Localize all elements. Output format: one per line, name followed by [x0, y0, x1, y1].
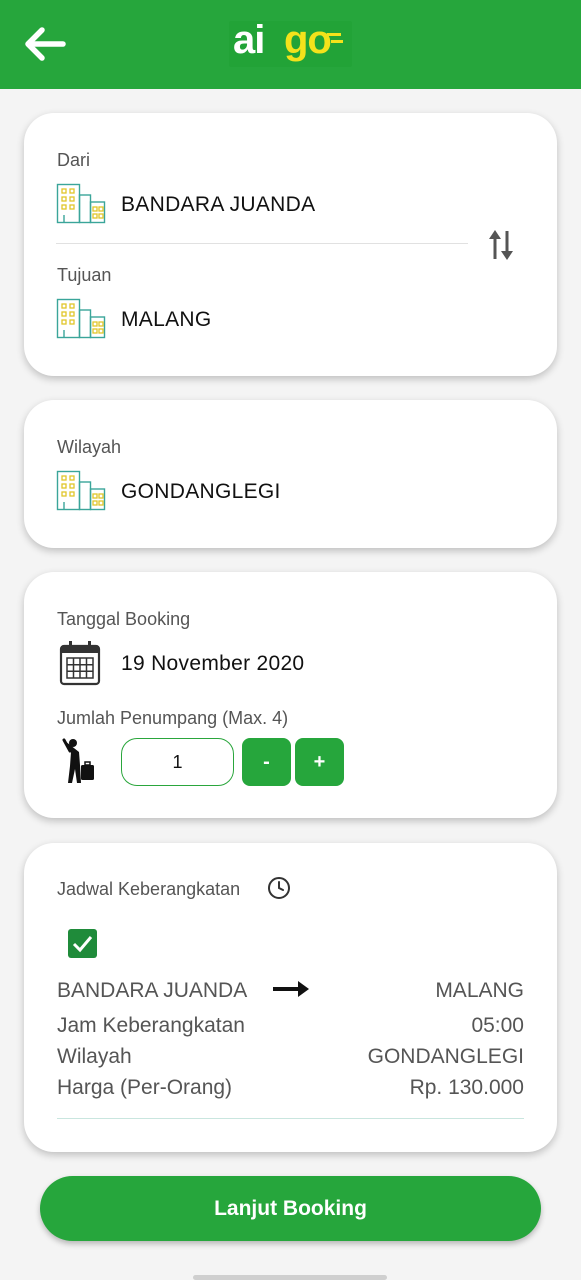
buildings-icon [56, 298, 106, 339]
arrow-left-icon[interactable] [22, 24, 68, 64]
traveler-icon [62, 738, 94, 783]
schedule-card: Jadwal Keberangkatan BANDARA JUANDA MALA… [24, 843, 557, 1152]
buildings-icon [56, 470, 106, 511]
arrow-right-icon [273, 981, 309, 997]
increment-button[interactable]: + [295, 738, 344, 786]
departure-time-value: 05:00 [471, 1014, 524, 1037]
date-value[interactable]: 19 November 2020 [121, 652, 304, 676]
passenger-label: Jumlah Penumpang (Max. 4) [57, 708, 289, 728]
schedule-divider [57, 1118, 524, 1119]
schedule-region-label: Wilayah [57, 1045, 132, 1068]
home-indicator [193, 1275, 387, 1280]
departure-time-label: Jam Keberangkatan [57, 1014, 245, 1037]
to-value[interactable]: MALANG [121, 308, 212, 332]
booking-card: Tanggal Booking 19 November 2020 Jumlah … [24, 572, 557, 818]
buildings-icon [56, 183, 106, 224]
price-label: Harga (Per-Orang) [57, 1076, 233, 1099]
decrement-button[interactable]: - [242, 738, 291, 786]
swap-vertical-icon[interactable] [488, 228, 514, 262]
checkmark-icon [72, 936, 93, 953]
logo-text-ai: ai [233, 18, 265, 62]
app-logo: ai go [229, 18, 352, 67]
price-value: Rp. 130.000 [409, 1076, 524, 1099]
calendar-icon[interactable] [59, 640, 101, 686]
schedule-region-value: GONDANGLEGI [367, 1045, 524, 1068]
schedule-checkbox[interactable] [68, 929, 97, 958]
app-header: ai go [0, 0, 581, 89]
to-label: Tujuan [57, 265, 112, 285]
clock-icon [268, 877, 290, 899]
from-label: Dari [57, 150, 91, 170]
route-divider [56, 243, 468, 244]
region-card: Wilayah GONDANGLEGI [24, 400, 557, 548]
schedule-title: Jadwal Keberangkatan [57, 879, 241, 899]
route-card: Dari BANDARA JUANDA Tujuan MALANG [24, 113, 557, 376]
schedule-destination: MALANG [435, 979, 524, 1002]
logo-text-go: go [284, 18, 332, 62]
continue-booking-button[interactable]: Lanjut Booking [40, 1176, 541, 1241]
region-value[interactable]: GONDANGLEGI [121, 480, 281, 504]
schedule-origin: BANDARA JUANDA [57, 979, 248, 1002]
date-label: Tanggal Booking [57, 609, 191, 629]
from-value[interactable]: BANDARA JUANDA [121, 193, 315, 217]
region-label: Wilayah [57, 437, 122, 457]
passenger-count-field[interactable]: 1 [121, 738, 234, 786]
